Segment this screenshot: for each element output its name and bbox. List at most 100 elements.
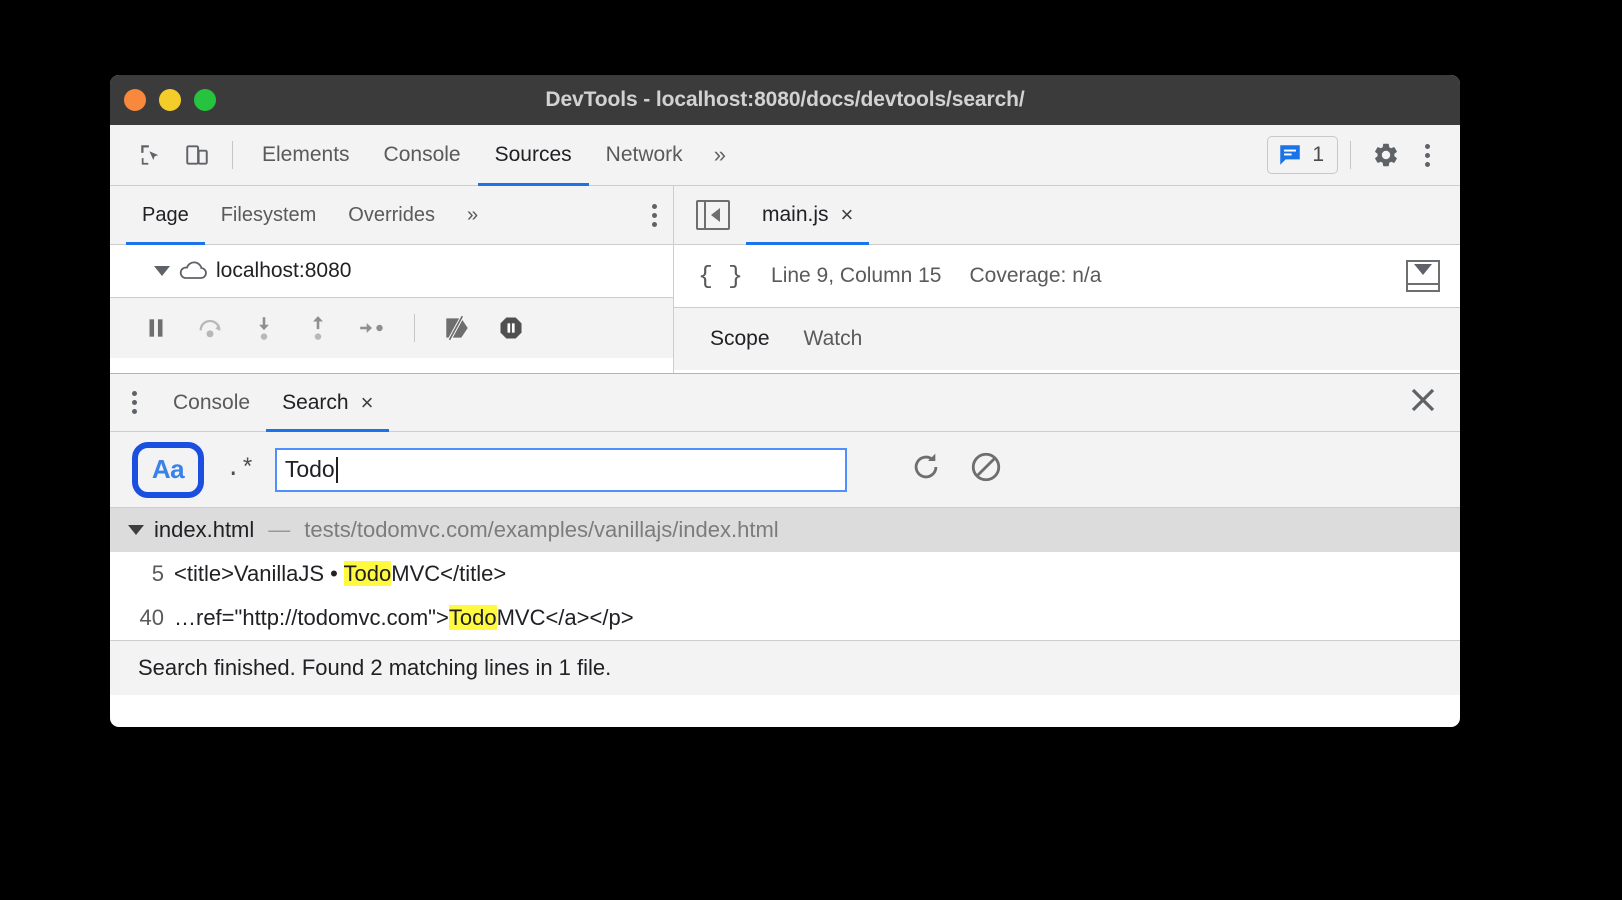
navigator-tabs: Page Filesystem Overrides » [110,186,673,245]
result-row[interactable]: 5 <title>VanillaJS • TodoMVC</title> [110,552,1460,596]
tab-console-label: Console [383,143,461,166]
editor-tabbar: main.js × [674,186,1460,245]
search-results: index.html — tests/todomvc.com/examples/… [110,508,1460,640]
result-line-match: Todo [448,605,497,630]
navtab-filesystem[interactable]: Filesystem [205,186,333,244]
tab-console[interactable]: Console [367,125,478,185]
close-dot[interactable] [124,89,146,111]
window-titlebar: DevTools - localhost:8080/docs/devtools/… [110,75,1460,125]
result-line-text: …ref="http://todomvc.com">TodoMVC</a></p… [174,605,634,631]
drawer-menu-icon[interactable] [110,391,157,414]
navtab-page[interactable]: Page [126,186,205,245]
devtools-window: DevTools - localhost:8080/docs/devtools/… [110,75,1460,727]
minimize-dot[interactable] [159,89,181,111]
format-dropdown-icon[interactable] [1406,260,1440,292]
main-menu-icon[interactable] [1409,143,1446,167]
toolbar-separator-2 [1350,141,1351,169]
tab-sources-label: Sources [494,143,572,166]
match-case-button[interactable]: Aa [152,454,185,485]
step-out-icon[interactable] [294,304,342,352]
gear-icon[interactable] [1363,132,1409,178]
step-icon[interactable] [348,304,396,352]
debugger-toolbar [110,297,673,358]
search-status-bar: Search finished. Found 2 matching lines … [110,640,1460,695]
search-actions [909,450,1003,489]
chevron-down-icon[interactable] [154,266,170,276]
navigator-more-tabs-icon[interactable]: » [451,186,494,244]
search-input-value: Todo [284,456,335,482]
tab-network[interactable]: Network [589,125,700,185]
refresh-icon[interactable] [909,450,943,489]
editor-tab-main-js[interactable]: main.js × [746,186,870,245]
toolbar-right-group: 1 [1267,132,1460,178]
editor-tab-label: main.js [762,203,829,226]
deactivate-breakpoints-icon[interactable] [433,304,481,352]
regex-button[interactable]: .* [204,456,275,483]
result-file-header[interactable]: index.html — tests/todomvc.com/examples/… [110,508,1460,552]
close-drawer-icon[interactable] [1408,385,1460,420]
result-file-dash: — [268,517,291,542]
result-line-text: <title>VanillaJS • TodoMVC</title> [174,561,506,587]
toolbar-separator [232,141,233,169]
text-caret [335,456,338,483]
message-count-badge[interactable]: 1 [1267,136,1338,174]
result-file-path: tests/todomvc.com/examples/vanillajs/ind… [304,517,779,542]
navtab-page-label: Page [142,203,189,226]
navtab-overrides-label: Overrides [348,203,435,226]
drawer-panel: Console Search × Aa .* Todo index.html —… [110,373,1460,695]
chevron-down-icon[interactable] [128,525,144,535]
search-toolbar: Aa .* Todo [110,432,1460,508]
navigator-more-tabs-label: » [467,203,479,226]
sidebar-tab-scope[interactable]: Scope [696,327,784,351]
editor-pane: main.js × { } Line 9, Column 15 Coverage… [674,186,1460,373]
show-navigator-icon[interactable] [696,200,730,230]
message-count: 1 [1312,143,1324,166]
navtab-filesystem-label: Filesystem [220,203,317,226]
clear-icon[interactable] [969,450,1003,489]
step-into-icon[interactable] [240,304,288,352]
tab-sources[interactable]: Sources [477,125,589,186]
tab-network-label: Network [605,143,683,166]
window-controls [124,89,216,111]
message-icon [1280,145,1301,165]
maximize-dot[interactable] [194,89,216,111]
tab-elements-label: Elements [262,143,350,166]
pretty-print-icon[interactable]: { } [698,262,743,291]
drawer-tab-console-label: Console [173,390,251,414]
window-title: DevTools - localhost:8080/docs/devtools/… [545,88,1025,111]
drawer-tab-search[interactable]: Search × [266,374,390,432]
result-line-pre: <title>VanillaJS • [174,561,344,586]
screenshot-root: DevTools - localhost:8080/docs/devtools/… [0,0,1622,900]
pause-script-icon[interactable] [132,304,180,352]
result-row[interactable]: 40 …ref="http://todomvc.com">TodoMVC</a>… [110,596,1460,640]
tree-item-localhost[interactable]: localhost:8080 [110,245,673,297]
result-file-name: index.html [154,517,255,542]
match-case-annotation-ring: Aa [132,441,204,498]
editor-statusbar: { } Line 9, Column 15 Coverage: n/a [674,245,1460,308]
navtab-overrides[interactable]: Overrides [332,186,451,244]
device-toolbar-icon[interactable] [174,132,220,178]
result-line-match: Todo [343,561,392,586]
drawer-tab-console[interactable]: Console [157,374,266,431]
sources-split: Page Filesystem Overrides » localhost:80… [110,186,1460,373]
cursor-position: Line 9, Column 15 [771,264,942,287]
debugger-sidebar-tabs: Scope Watch [674,308,1460,370]
more-tabs-icon[interactable]: » [700,142,740,168]
coverage-status: Coverage: n/a [969,264,1102,287]
drawer-tabbar: Console Search × [110,374,1460,432]
tab-elements[interactable]: Elements [245,125,367,185]
tree-item-label: localhost:8080 [216,259,352,282]
inspect-icon[interactable] [128,132,174,178]
editor-tab-close-icon[interactable]: × [841,202,854,228]
navigator-menu-icon[interactable] [636,203,673,227]
pause-on-exceptions-icon[interactable] [487,304,535,352]
drawer-tab-search-label: Search [282,390,349,414]
step-over-icon[interactable] [186,304,234,352]
result-line-number: 40 [139,605,164,630]
navigator-pane: Page Filesystem Overrides » localhost:80… [110,186,674,373]
drawer-tab-search-close-icon[interactable]: × [361,390,374,416]
search-input[interactable]: Todo [274,447,847,492]
result-line-pre: …ref="http://todomvc.com"> [174,605,449,630]
sidebar-tab-watch[interactable]: Watch [790,327,877,351]
result-line-number: 5 [151,561,164,586]
